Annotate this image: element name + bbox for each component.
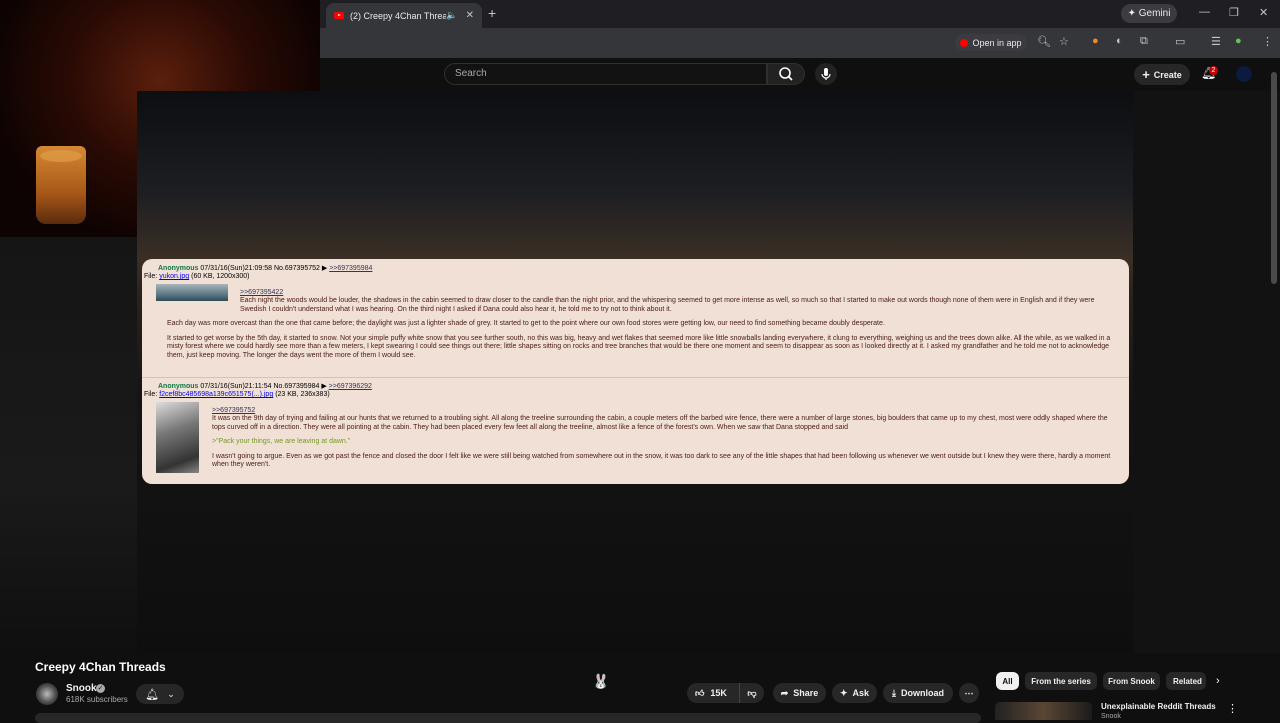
cast-icon[interactable]: ▭ xyxy=(1175,35,1185,48)
gemini-button[interactable]: ✦ Gemini xyxy=(1121,4,1177,23)
browser-menu-icon[interactable]: ⋮ xyxy=(1262,35,1273,48)
extension-icon[interactable]: ◐ xyxy=(1116,35,1123,47)
recommended-more-icon[interactable]: ⋮ xyxy=(1227,702,1238,715)
download-icon: ⤓ xyxy=(892,687,896,698)
share-arrow-icon: ➦ xyxy=(780,687,789,698)
subscription-bell-button[interactable]: 🔔︎ ⌄ xyxy=(136,684,184,704)
description-box[interactable] xyxy=(35,713,981,723)
share-label: Share xyxy=(793,688,819,698)
notification-badge: 2 xyxy=(1209,66,1218,75)
file-label: File: xyxy=(144,391,158,398)
fourchan-screenshot: Anonymous 07/31/16(Sun)21:09:58 No.69739… xyxy=(142,259,1129,484)
account-avatar[interactable] xyxy=(1236,66,1252,82)
ask-button[interactable]: ✦ Ask xyxy=(832,683,877,703)
post-divider xyxy=(142,377,1129,378)
file-info: (60 KB, 1200x300) xyxy=(191,273,250,280)
lamp-glow xyxy=(40,150,82,162)
chip-from-series[interactable]: From the series xyxy=(1025,672,1097,690)
ask-label: Ask xyxy=(852,688,870,698)
page-background-left xyxy=(0,237,137,653)
post-paragraph: It started to get worse by the 5th day, … xyxy=(167,334,1111,359)
chip-all[interactable]: All xyxy=(996,672,1019,690)
poster-name: Anonymous xyxy=(158,383,199,390)
video-title: Creepy 4Chan Threads xyxy=(35,660,166,674)
speaker-icon[interactable]: 🔈 xyxy=(446,10,457,21)
channel-avatar[interactable] xyxy=(36,683,58,705)
bookmark-star-icon[interactable]: ☆ xyxy=(1059,35,1069,48)
sparkle-icon: ✦ xyxy=(839,687,848,698)
page-background-right xyxy=(1133,91,1280,653)
like-count: 15K xyxy=(710,688,727,698)
subscriber-count: 618K subscribers xyxy=(66,695,128,704)
greentext-paragraph: >"Pack your things, we are leaving at da… xyxy=(212,438,351,446)
verified-check-icon: ✓ xyxy=(96,684,105,693)
minimize-icon[interactable]: — xyxy=(1199,6,1210,18)
puzzle-extensions-icon[interactable]: ⧉ xyxy=(1140,35,1148,48)
search-input[interactable]: Search xyxy=(444,63,767,85)
address-bar xyxy=(320,28,1280,58)
chevron-down-icon: ⌄ xyxy=(167,688,175,699)
chevron-right-icon[interactable]: › xyxy=(1216,675,1220,687)
recommended-video-channel: Snook xyxy=(1101,713,1121,720)
open-in-app-button[interactable]: Open in app xyxy=(955,34,1027,51)
post-meta: 07/31/16(Sun)21:11:54 No.697395984 ▶ xyxy=(200,383,327,390)
recommended-video-thumbnail[interactable] xyxy=(995,702,1092,720)
dislike-button[interactable]: 👎︎ xyxy=(739,683,764,703)
post-thumbnail[interactable] xyxy=(156,402,199,473)
open-in-app-label: Open in app xyxy=(972,37,1022,48)
post-paragraph: Each night the woods would be louder, th… xyxy=(240,297,1095,313)
post-paragraph: Each day was more overcast than the one … xyxy=(167,320,885,328)
create-button[interactable]: + Create xyxy=(1134,64,1190,85)
reply-link[interactable]: >>697396292 xyxy=(329,383,372,390)
download-label: Download xyxy=(900,688,944,698)
extension-fox-icon[interactable]: ● xyxy=(1092,35,1099,47)
youtube-favicon-icon xyxy=(334,12,344,19)
reply-link[interactable]: >>697395984 xyxy=(329,265,372,272)
thumbs-down-icon: 👎︎ xyxy=(747,687,757,698)
youtube-icon xyxy=(960,38,969,47)
more-dots-icon: ⋯ xyxy=(964,687,974,698)
chip-from-snook[interactable]: From Snook xyxy=(1103,672,1160,690)
file-name[interactable]: yukon.jpg xyxy=(159,273,189,280)
voice-search-button[interactable] xyxy=(815,63,837,85)
post-paragraph: It was on the 9th day of trying and fail… xyxy=(212,415,1108,431)
like-button[interactable]: 👍︎ 15K xyxy=(687,683,739,703)
new-tab-button[interactable]: + xyxy=(488,5,496,21)
channel-name[interactable]: Snook xyxy=(66,683,97,694)
scrollbar[interactable] xyxy=(1271,72,1277,284)
browser-tab[interactable]: (2) Creepy 4Chan Threads - 🔈 ✕ xyxy=(326,3,482,28)
file-label: File: xyxy=(144,273,158,280)
post-paragraph: I wasn't going to argue. Even as we got … xyxy=(212,452,1111,469)
search-icon xyxy=(779,67,793,81)
download-button[interactable]: ⤓ Download xyxy=(883,683,953,703)
profile-avatar-icon[interactable]: ● xyxy=(1235,35,1242,47)
mascot-sticker-icon: 🐰 xyxy=(592,673,610,689)
recommended-video-title[interactable]: Unexplainable Reddit Threads xyxy=(1101,702,1216,711)
create-label: Create xyxy=(1153,69,1182,80)
close-tab-icon[interactable]: ✕ xyxy=(466,10,474,21)
file-name[interactable]: f2cef8bc485698a139c651575(...).jpg xyxy=(159,391,273,398)
zoom-icon[interactable]: 🔍︎ xyxy=(1037,35,1051,48)
reading-list-icon[interactable]: ☰ xyxy=(1211,35,1221,48)
file-info: (23 KB, 236x383) xyxy=(275,391,330,398)
file-line: File: f2cef8bc485698a139c651575(...).jpg… xyxy=(144,391,330,400)
thumbs-up-icon: 👍︎ xyxy=(695,687,705,698)
microphone-icon xyxy=(821,68,831,80)
chip-related[interactable]: Related xyxy=(1166,672,1206,690)
tab-title: (2) Creepy 4Chan Threads - xyxy=(350,10,447,21)
plus-icon: + xyxy=(1142,67,1150,82)
more-actions-button[interactable]: ⋯ xyxy=(959,683,979,703)
post-body: It was on the 9th day of trying and fail… xyxy=(212,415,1115,476)
share-button[interactable]: ➦ Share xyxy=(773,683,826,703)
poster-name: Anonymous xyxy=(158,265,199,272)
post-body: Each night the woods would be louder, th… xyxy=(167,297,1117,367)
file-line: File: yukon.jpg (60 KB, 1200x300) xyxy=(144,273,249,282)
close-window-icon[interactable]: ✕ xyxy=(1259,6,1268,19)
search-button[interactable] xyxy=(767,63,805,85)
bell-icon: 🔔︎ xyxy=(145,688,160,701)
restore-icon[interactable]: ❐ xyxy=(1229,6,1239,19)
post-meta: 07/31/16(Sun)21:09:58 No.697395752 ▶ xyxy=(200,265,328,272)
